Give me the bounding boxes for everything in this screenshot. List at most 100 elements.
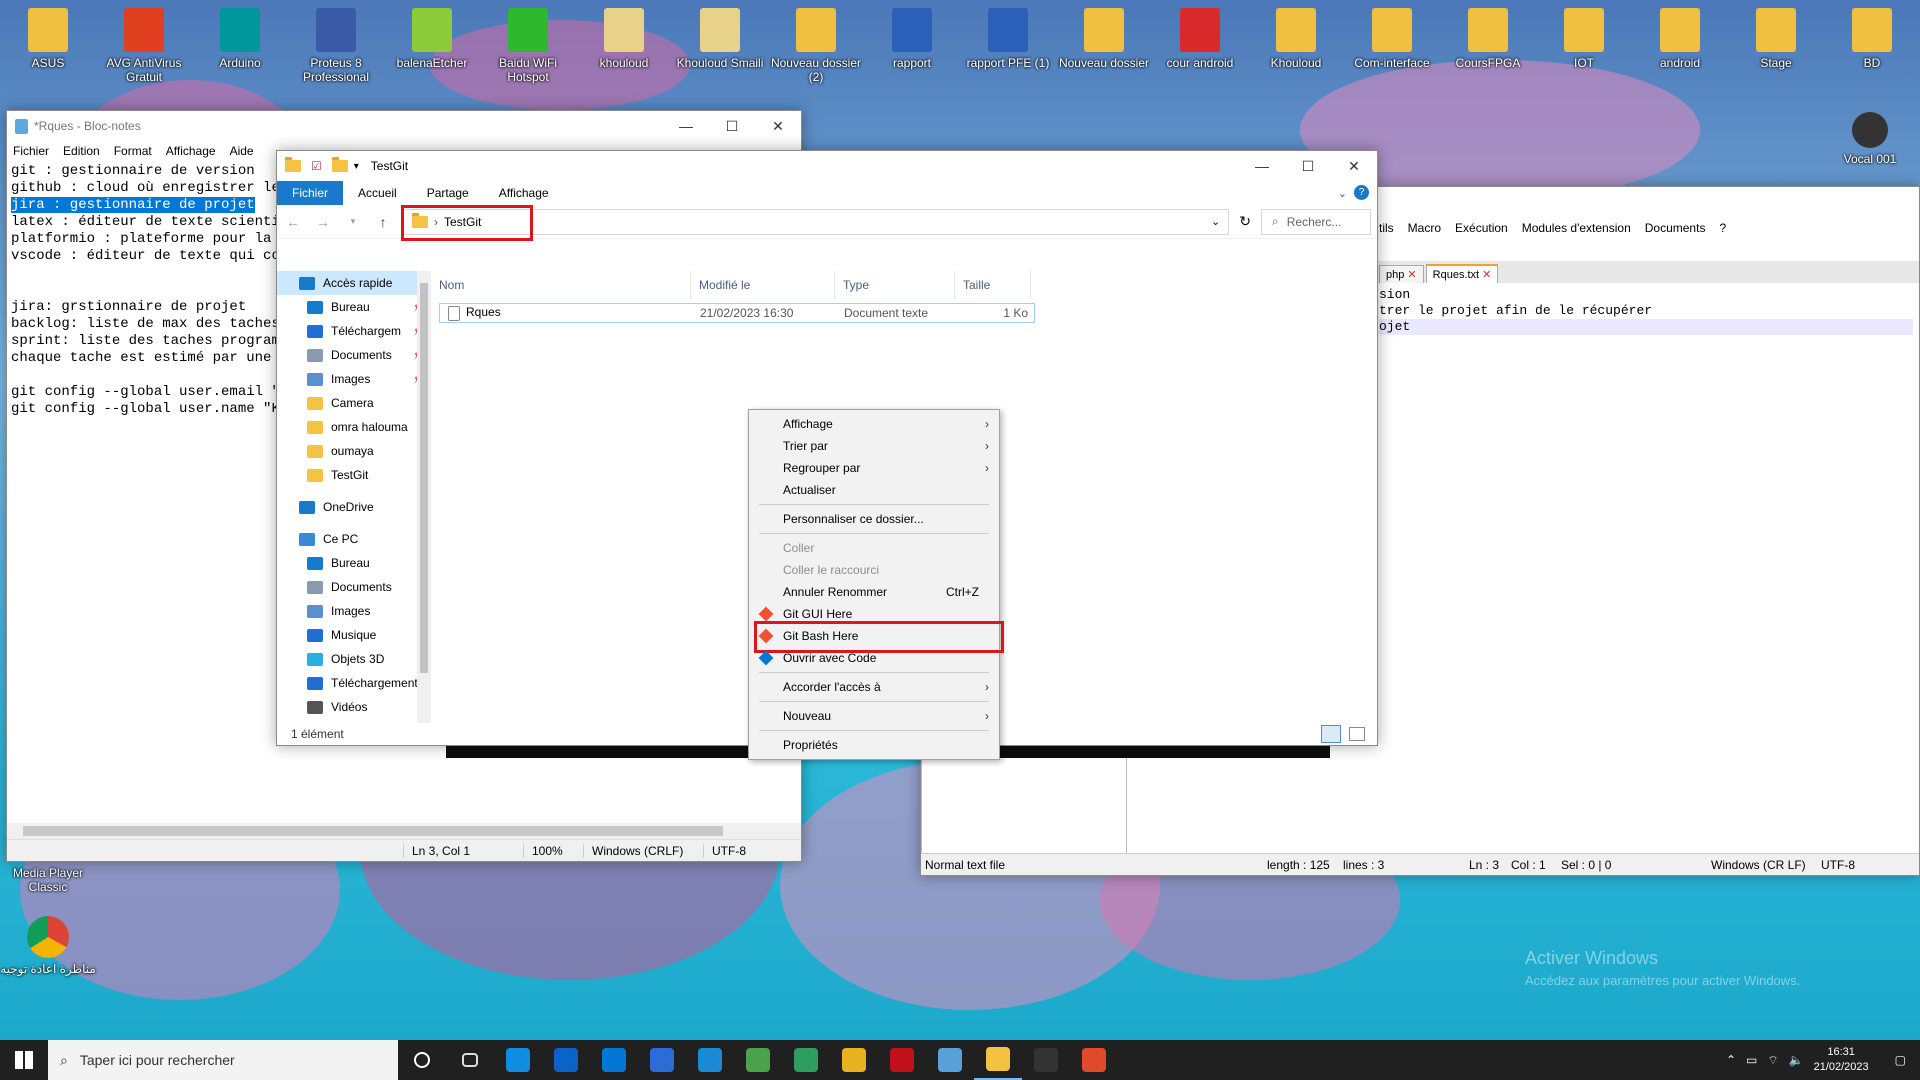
context-menu-item[interactable]: Annuler Renommer Ctrl+Z — [749, 581, 999, 603]
nav-item[interactable]: oumaya — [277, 439, 431, 463]
desktop-icon[interactable]: Baidu WiFi Hotspot — [480, 8, 576, 84]
context-menu-item[interactable]: Accorder l'accès à › — [749, 676, 999, 698]
nav-item[interactable]: Bureau📌 — [277, 295, 431, 319]
taskbar-app-icon[interactable] — [878, 1040, 926, 1080]
editor-tab[interactable]: Rques.txt ✕ — [1425, 264, 1499, 283]
taskbar-app-icon[interactable] — [782, 1040, 830, 1080]
desktop-icon[interactable]: AVG AntiVirus Gratuit — [96, 8, 192, 84]
taskbar-app-icon[interactable] — [1022, 1040, 1070, 1080]
ribbon-expand-icon[interactable]: ⌄ — [1338, 187, 1347, 200]
taskbar-app-icon[interactable] — [734, 1040, 782, 1080]
nav-item[interactable]: Camera — [277, 391, 431, 415]
menu-item[interactable]: Fichier — [13, 144, 49, 158]
ribbon-tab[interactable]: Accueil — [343, 181, 412, 205]
nav-item[interactable]: Vidéos — [277, 695, 431, 719]
refresh-icon[interactable]: ↻ — [1239, 213, 1251, 230]
desktop-icon-mpc[interactable]: Media Player Classic — [0, 866, 96, 894]
help-icon[interactable]: ? — [1354, 185, 1369, 200]
desktop-icon[interactable]: ASUS — [0, 8, 96, 70]
desktop-icon[interactable]: android — [1632, 8, 1728, 70]
maximize-button[interactable]: ☐ — [709, 111, 755, 141]
up-arrow-icon[interactable]: ↑ — [373, 214, 393, 230]
nav-item[interactable]: TestGit — [277, 463, 431, 487]
back-arrow-icon[interactable]: ← — [283, 214, 303, 230]
desktop-icon[interactable]: Khouloud Smaili — [672, 8, 768, 70]
nav-item[interactable]: OneDrive — [277, 495, 431, 519]
desktop-icon[interactable]: Arduino — [192, 8, 288, 70]
menu-item[interactable]: ? — [1719, 221, 1726, 235]
close-button[interactable]: ✕ — [755, 111, 801, 141]
properties-icon[interactable]: ☑ — [311, 159, 322, 173]
desktop-icon[interactable]: rapport — [864, 8, 960, 70]
taskbar-app-icon[interactable] — [686, 1040, 734, 1080]
maximize-button[interactable]: ☐ — [1285, 151, 1331, 181]
battery-icon[interactable]: ▭ — [1746, 1053, 1757, 1067]
nav-item[interactable]: Musique — [277, 623, 431, 647]
nav-item[interactable]: Documents — [277, 575, 431, 599]
menu-item[interactable]: Edition — [63, 144, 100, 158]
taskbar-search-input[interactable]: ⌕ Taper ici pour rechercher — [48, 1040, 398, 1080]
nav-item[interactable]: Objets 3D — [277, 647, 431, 671]
column-header[interactable]: Taille — [955, 271, 1031, 299]
notepad-hscrollbar[interactable] — [7, 823, 801, 839]
nav-item[interactable]: Accès rapide — [277, 271, 431, 295]
taskbar-app-icon[interactable] — [830, 1040, 878, 1080]
context-menu-item[interactable]: Trier par › — [749, 435, 999, 457]
desktop-icon[interactable]: CoursFPGA — [1440, 8, 1536, 70]
context-menu-item[interactable]: Actualiser — [749, 479, 999, 501]
context-menu-item[interactable]: Regrouper par › — [749, 457, 999, 479]
context-menu-item[interactable]: Nouveau › — [749, 705, 999, 727]
nav-item[interactable]: Bureau — [277, 551, 431, 575]
search-input[interactable]: ⌕ Recherc... — [1261, 208, 1371, 235]
ribbon-tab[interactable]: Affichage — [484, 181, 564, 205]
nav-item[interactable]: Images — [277, 599, 431, 623]
close-icon[interactable]: ✕ — [1479, 269, 1491, 281]
desktop-icon[interactable]: Nouveau dossier (2) — [768, 8, 864, 84]
menu-item[interactable]: Format — [114, 144, 152, 158]
nav-item[interactable]: Images📌 — [277, 367, 431, 391]
details-view-icon[interactable] — [1321, 725, 1341, 743]
close-icon[interactable]: ✕ — [1404, 269, 1416, 281]
start-button[interactable] — [0, 1040, 48, 1080]
desktop-icon[interactable]: Khouloud — [1248, 8, 1344, 70]
file-row[interactable]: Rques 21/02/2023 16:30 Document texte 1 Ko — [439, 303, 1035, 323]
desktop-icon[interactable]: Nouveau dossier — [1056, 8, 1152, 70]
desktop-icon[interactable]: khouloud — [576, 8, 672, 70]
tiles-view-icon[interactable] — [1349, 727, 1365, 741]
address-bar[interactable]: › TestGit ⌄ — [401, 204, 1230, 241]
nav-item[interactable]: Téléchargem📌 — [277, 319, 431, 343]
taskbar-app-icon[interactable] — [590, 1040, 638, 1080]
clock[interactable]: 16:31 21/02/2023 — [1814, 1045, 1869, 1075]
ribbon-tab[interactable]: Fichier — [277, 181, 344, 205]
taskbar-app-icon[interactable] — [542, 1040, 590, 1080]
network-icon[interactable]: ⌔ — [1767, 1053, 1778, 1068]
desktop-icon[interactable]: rapport PFE (1) — [960, 8, 1056, 70]
column-header[interactable]: Modifié le — [691, 271, 835, 299]
taskbar-app-icon[interactable] — [398, 1040, 446, 1080]
context-menu-item[interactable]: Affichage › — [749, 413, 999, 435]
recent-dropdown-icon[interactable]: ▾ — [343, 216, 363, 227]
quick-access-dropdown-icon[interactable]: ▾ — [354, 161, 359, 172]
forward-arrow-icon[interactable]: → — [313, 214, 333, 230]
taskbar-app-icon[interactable] — [638, 1040, 686, 1080]
context-menu-item[interactable]: Git Bash Here — [749, 621, 1004, 653]
ribbon-tab[interactable]: Partage — [412, 181, 484, 205]
menu-item[interactable]: tils — [1379, 221, 1394, 235]
context-menu-item[interactable]: Propriétés — [749, 734, 999, 756]
volume-icon[interactable]: 🔈 — [1789, 1053, 1804, 1067]
desktop-icon[interactable]: balenaEtcher — [384, 8, 480, 70]
context-menu-item[interactable]: Coller — [749, 537, 999, 559]
menu-item[interactable]: Documents — [1645, 221, 1706, 235]
column-header[interactable]: Nom — [431, 271, 691, 299]
desktop-icon[interactable]: Stage — [1728, 8, 1824, 70]
desktop-icon[interactable]: cour android — [1152, 8, 1248, 70]
scroll-thumb[interactable] — [23, 826, 723, 836]
menu-item[interactable]: Aide — [230, 144, 254, 158]
taskbar-app-icon[interactable] — [926, 1040, 974, 1080]
new-folder-icon[interactable] — [331, 157, 348, 172]
column-header[interactable]: Type — [835, 271, 955, 299]
menu-item[interactable]: Affichage — [166, 144, 216, 158]
desktop-icon[interactable]: IOT — [1536, 8, 1632, 70]
taskbar-app-icon[interactable] — [974, 1040, 1022, 1080]
notifications-icon[interactable]: ▢ — [1895, 1053, 1906, 1067]
